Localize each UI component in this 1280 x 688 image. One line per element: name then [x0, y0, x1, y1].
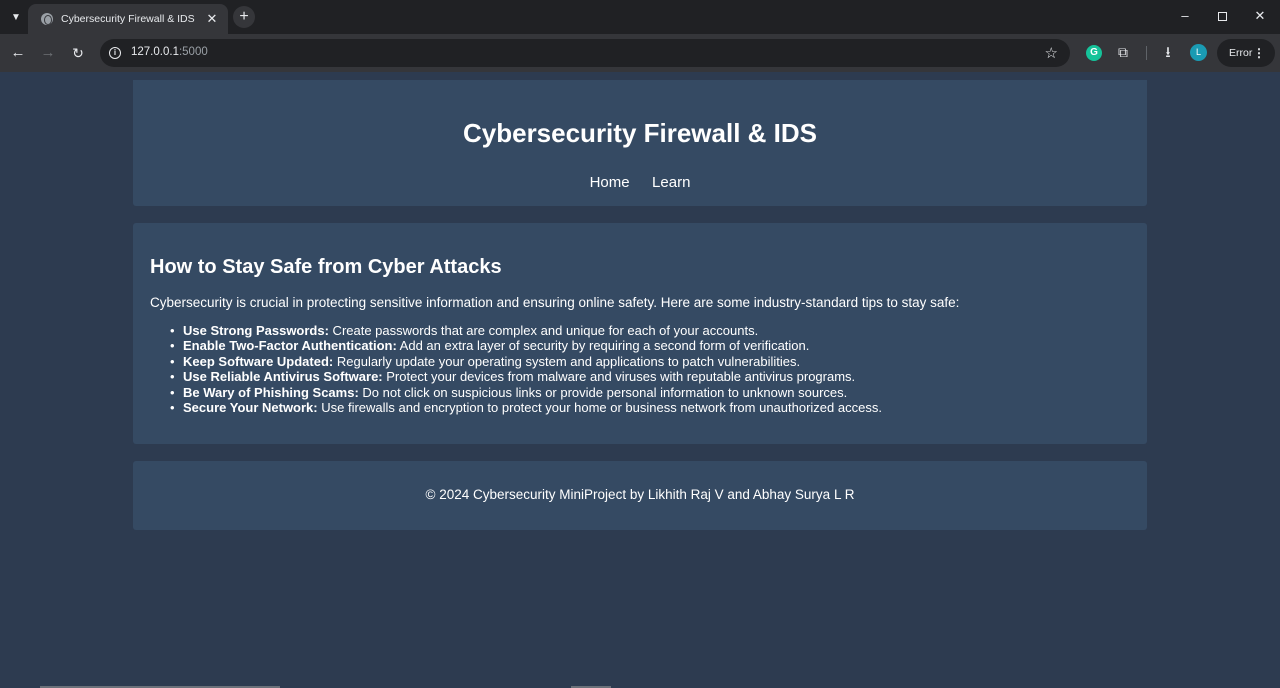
back-arrow-icon[interactable]: ← — [7, 42, 29, 64]
extensions-puzzle-icon[interactable]: ⧉ — [1115, 44, 1131, 60]
list-item: Use Reliable Antivirus Software: Protect… — [170, 369, 1130, 385]
more-menu-icon[interactable]: ⋮ — [1253, 39, 1265, 67]
list-item: Enable Two-Factor Authentication: Add an… — [170, 338, 1130, 354]
maximize-icon[interactable] — [1210, 6, 1234, 26]
page-body: Cybersecurity Firewall & IDS Home Learn … — [0, 72, 1280, 688]
window-close-icon[interactable]: ✕ — [1248, 6, 1272, 26]
reload-icon[interactable]: ↻ — [67, 42, 89, 64]
footer-text: © 2024 Cybersecurity MiniProject by Likh… — [425, 487, 855, 502]
browser-tab-bar: ▼ Cybersecurity Firewall & IDS ✕ + – ✕ — [0, 0, 1280, 34]
profile-avatar[interactable]: L — [1190, 44, 1207, 61]
forward-arrow-icon[interactable]: → — [37, 42, 59, 64]
grammarly-extension-icon[interactable]: G — [1086, 45, 1102, 61]
site-title: Cybersecurity Firewall & IDS — [462, 118, 818, 148]
tab-search-chevron-icon[interactable]: ▼ — [6, 7, 26, 27]
download-icon[interactable]: ⭳ — [1159, 44, 1177, 62]
intro-text: Cybersecurity is crucial in protecting s… — [150, 295, 960, 310]
tab-title: Cybersecurity Firewall & IDS — [61, 13, 195, 25]
section-heading: How to Stay Safe from Cyber Attacks — [150, 256, 502, 278]
globe-icon — [41, 13, 53, 25]
list-item: Secure Your Network: Use firewalls and e… — [170, 400, 1130, 416]
minimize-icon[interactable]: – — [1173, 6, 1197, 26]
main-nav: Home Learn — [133, 174, 1147, 192]
list-item: Keep Software Updated: Regularly update … — [170, 354, 1130, 370]
browser-tab[interactable]: Cybersecurity Firewall & IDS ✕ — [28, 4, 228, 34]
site-info-icon[interactable]: i — [109, 47, 121, 59]
site-footer: © 2024 Cybersecurity MiniProject by Likh… — [133, 461, 1147, 530]
address-bar[interactable]: i 127.0.0.1:5000 ☆ — [100, 39, 1070, 67]
browser-toolbar: ← → ↻ i 127.0.0.1:5000 ☆ G ⧉ ⭳ L Error ⋮ — [0, 34, 1280, 72]
bookmark-star-icon[interactable]: ☆ — [1045, 44, 1058, 62]
tips-list: Use Strong Passwords: Create passwords t… — [150, 323, 1130, 416]
nav-link-learn[interactable]: Learn — [652, 174, 690, 191]
site-header: Cybersecurity Firewall & IDS Home Learn — [133, 80, 1147, 206]
list-item: Use Strong Passwords: Create passwords t… — [170, 323, 1130, 339]
error-button[interactable]: Error ⋮ — [1217, 39, 1275, 67]
url-text[interactable]: 127.0.0.1:5000 — [131, 46, 208, 58]
toolbar-divider — [1146, 46, 1147, 60]
new-tab-button[interactable]: + — [233, 6, 255, 28]
list-item: Be Wary of Phishing Scams: Do not click … — [170, 385, 1130, 401]
tab-close-icon[interactable]: ✕ — [204, 11, 220, 27]
tips-section: How to Stay Safe from Cyber Attacks Cybe… — [133, 223, 1147, 444]
nav-link-home[interactable]: Home — [590, 174, 630, 191]
